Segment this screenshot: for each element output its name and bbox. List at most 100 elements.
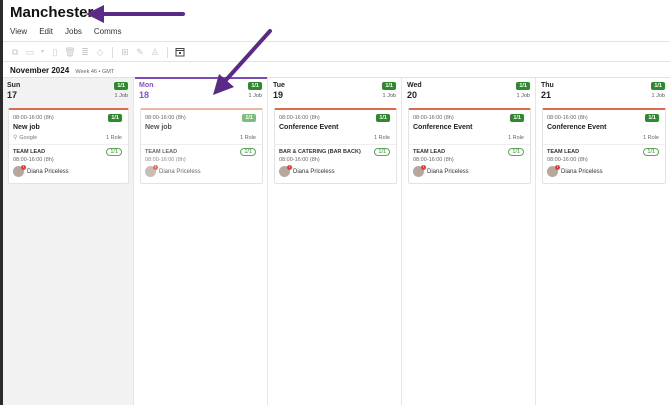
day-column-sun[interactable]: Sun 17 1/1 1 Job 08:00-16:00 (8h) 1/1 Ne… (3, 78, 134, 405)
menu-edit[interactable]: Edit (39, 27, 53, 36)
menu-comms[interactable]: Comms (94, 27, 122, 36)
person-name: Diana Priceless (427, 168, 469, 175)
day-number: 18 (139, 90, 150, 100)
day-number: 17 (7, 90, 18, 100)
job-title: New job (13, 124, 40, 131)
toolbar-divider (112, 46, 113, 58)
assigned-person[interactable]: ! Diana Priceless (279, 165, 335, 177)
assigned-person[interactable]: ! Diana Priceless (13, 165, 69, 177)
avatar: ! (145, 165, 158, 177)
job-title: New job (145, 124, 172, 131)
day-header[interactable]: Sun 17 1/1 1 Job (3, 78, 133, 104)
role-count: 1 Role (106, 135, 122, 141)
hide-icon[interactable]: ◇ (95, 47, 105, 57)
avatar: ! (13, 165, 26, 177)
role-time: 08:00-16:00 (8h) (145, 157, 186, 163)
day-name: Wed (407, 82, 422, 89)
day-header[interactable]: Mon 18 1/1 1 Job (135, 78, 267, 104)
avatar: ! (547, 165, 560, 177)
add-icon[interactable]: ⊞ (120, 47, 130, 57)
page-title: Manchester (10, 4, 94, 21)
week-label: Week 46 • GMT (75, 69, 115, 75)
day-column-mon[interactable]: Mon 18 1/1 1 Job 08:00-16:00 (8h) 1/1 Ne… (135, 77, 268, 405)
day-header[interactable]: Thu 21 1/1 1 Job (537, 78, 670, 104)
doc-icon[interactable]: ▯ (50, 47, 60, 57)
role-count: 1 Role (374, 135, 390, 141)
job-time: 08:00-16:00 (8h) (145, 115, 186, 121)
day-number: 19 (273, 90, 284, 100)
period-label: November 2024 (10, 66, 70, 75)
person-name: Diana Priceless (561, 168, 603, 175)
divider (3, 41, 670, 42)
role-fill-badge: 1/1 (374, 148, 390, 156)
assigned-person[interactable]: ! Diana Priceless (547, 165, 603, 177)
day-name: Mon (139, 82, 154, 89)
role-count: 1 Role (508, 135, 524, 141)
day-header[interactable]: Wed 20 1/1 1 Job (403, 78, 535, 104)
staffing-ratio-badge: 1/1 (248, 82, 262, 90)
assign-icon[interactable]: ♙ (150, 47, 160, 57)
edit-icon[interactable]: ✎ (135, 47, 145, 57)
job-count: 1 Job (382, 93, 396, 99)
paste-icon[interactable]: ▭ (25, 47, 35, 57)
job-card[interactable]: 08:00-16:00 (8h) 1/1 New job 1 Role TEAM… (140, 108, 263, 184)
menu-bar: View Edit Jobs Comms (10, 27, 121, 36)
day-column-thu[interactable]: Thu 21 1/1 1 Job 08:00-16:00 (8h) 1/1 Co… (537, 78, 670, 405)
role-fill-badge: 1/1 (643, 148, 659, 156)
role-fill-badge: 1/1 (106, 148, 122, 156)
location-name: Google (19, 134, 38, 141)
assigned-person[interactable]: ! Diana Priceless (413, 165, 469, 177)
role-fill-badge: 1/1 (508, 148, 524, 156)
assigned-person[interactable]: ! Diana Priceless (145, 165, 201, 177)
day-column-tue[interactable]: Tue 19 1/1 1 Job 08:00-16:00 (8h) 1/1 Co… (269, 78, 402, 405)
job-count: 1 Job (651, 93, 665, 99)
copy-icon[interactable]: ⧉ (10, 47, 20, 57)
role-name: TEAM LEAD (145, 149, 178, 155)
trash-icon[interactable]: 🗑 (64, 47, 75, 57)
menu-view[interactable]: View (10, 27, 27, 36)
stack-icon[interactable]: ≣ (80, 47, 90, 57)
job-fill-badge: 1/1 (645, 114, 659, 122)
role-count: 1 Role (240, 135, 256, 141)
job-fill-badge: 1/1 (108, 114, 122, 122)
divider (9, 144, 128, 145)
job-card[interactable]: 08:00-16:00 (8h) 1/1 Conference Event 1 … (542, 108, 666, 184)
menu-jobs[interactable]: Jobs (65, 27, 82, 36)
avatar: ! (279, 165, 292, 177)
person-name: Diana Priceless (27, 168, 69, 175)
calendar-icon[interactable] (175, 47, 185, 57)
alert-icon: ! (153, 165, 158, 170)
role-name: TEAM LEAD (547, 149, 580, 155)
job-card[interactable]: 08:00-16:00 (8h) 1/1 Conference Event 1 … (408, 108, 531, 184)
divider (409, 144, 530, 145)
job-fill-badge: 1/1 (376, 114, 390, 122)
dropdown-icon[interactable]: ▾ (40, 47, 45, 57)
divider (543, 144, 665, 145)
toolbar-divider (167, 46, 168, 58)
job-time: 08:00-16:00 (8h) (413, 115, 454, 121)
job-count: 1 Job (516, 93, 530, 99)
staffing-ratio-badge: 1/1 (114, 82, 128, 90)
job-time: 08:00-16:00 (8h) (547, 115, 588, 121)
job-card[interactable]: 08:00-16:00 (8h) 1/1 Conference Event 1 … (274, 108, 397, 184)
day-name: Tue (273, 82, 285, 89)
job-title: Conference Event (547, 124, 607, 131)
day-number: 21 (541, 90, 552, 100)
staffing-ratio-badge: 1/1 (651, 82, 665, 90)
job-card[interactable]: 08:00-16:00 (8h) 1/1 New job ⚲ Google 1 R… (8, 108, 129, 184)
divider (3, 61, 670, 62)
job-location: ⚲ Google (13, 134, 38, 142)
role-time: 08:00-16:00 (8h) (547, 157, 588, 163)
alert-icon: ! (21, 165, 26, 170)
alert-icon: ! (421, 165, 426, 170)
day-column-wed[interactable]: Wed 20 1/1 1 Job 08:00-16:00 (8h) 1/1 Co… (403, 78, 536, 405)
job-fill-badge: 1/1 (242, 114, 256, 122)
period-header: November 2024 Week 46 • GMT (10, 66, 114, 75)
job-title: Conference Event (279, 124, 339, 131)
divider (275, 144, 396, 145)
day-header[interactable]: Tue 19 1/1 1 Job (269, 78, 401, 104)
staffing-ratio-badge: 1/1 (382, 82, 396, 90)
avatar: ! (413, 165, 426, 177)
job-fill-badge: 1/1 (510, 114, 524, 122)
role-name: TEAM LEAD (413, 149, 446, 155)
